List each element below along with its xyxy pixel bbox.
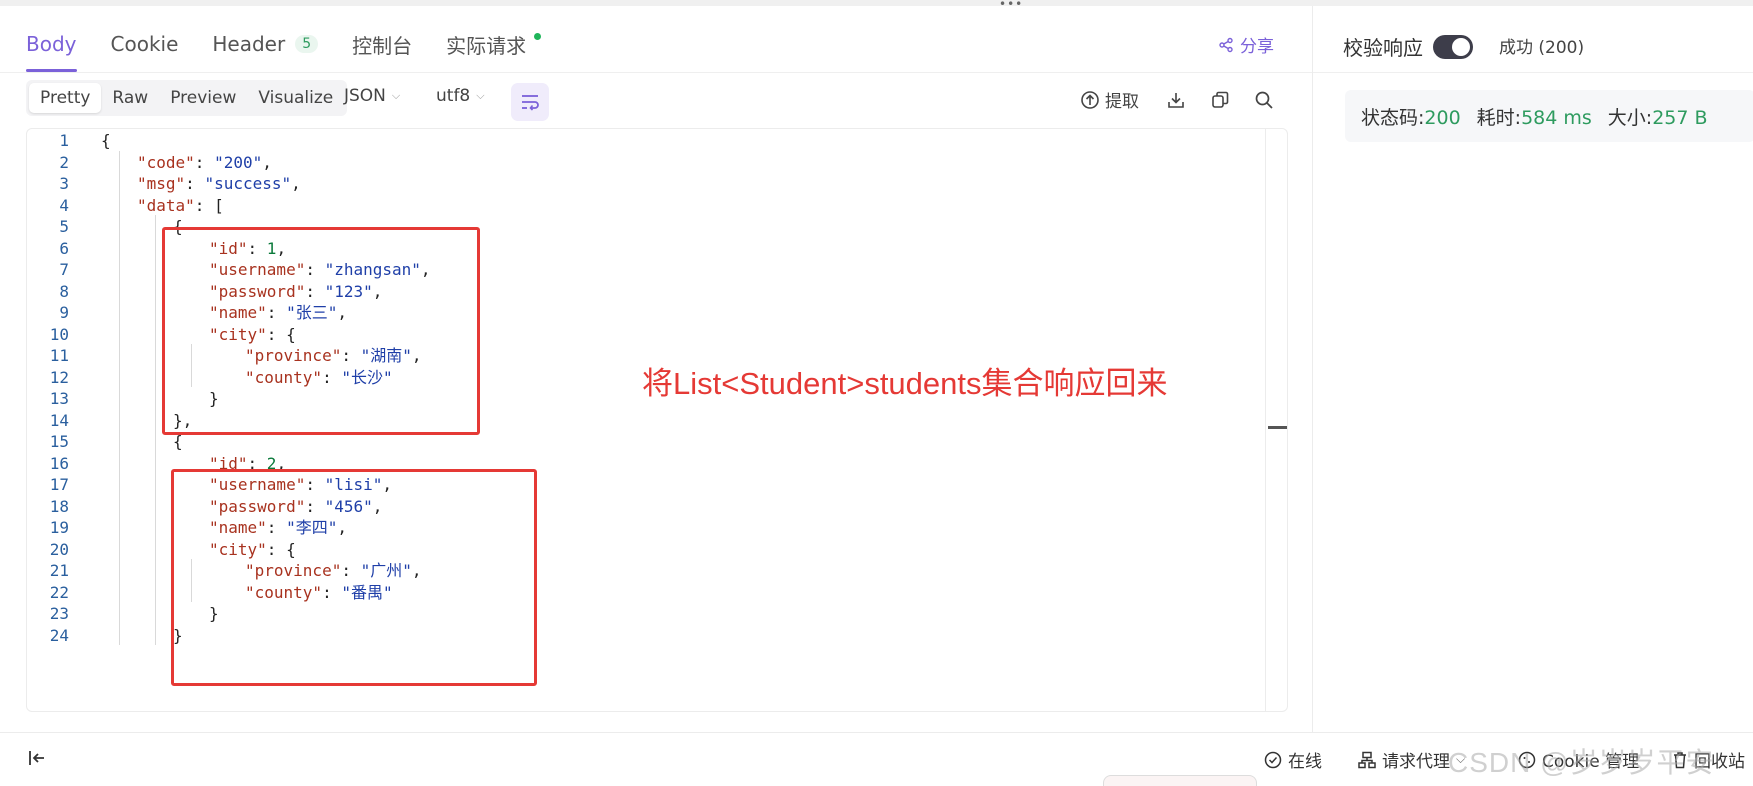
bottom-floating-tab[interactable]	[1103, 775, 1257, 786]
share-icon	[1219, 37, 1233, 52]
line-number: 1	[59, 131, 69, 150]
code-line: {	[101, 131, 111, 150]
search-icon	[1252, 88, 1276, 112]
line-number: 17	[49, 475, 69, 494]
code-line: "code": "200",	[137, 152, 272, 172]
indent-guide	[119, 150, 120, 645]
line-number: 21	[49, 561, 69, 580]
line-number: 24	[49, 625, 69, 645]
tab-console-label: 控制台	[352, 33, 413, 58]
watermark: CSDN @岁岁岁平安	[1448, 747, 1715, 778]
code-line: "msg": "success",	[137, 174, 301, 193]
line-number: 19	[49, 518, 69, 537]
stat-status: 状态码:200	[1361, 106, 1461, 129]
download-icon	[1164, 88, 1188, 112]
check-circle-icon	[1264, 751, 1282, 768]
line-number: 5	[59, 217, 69, 236]
line-number: 10	[49, 324, 69, 344]
view-mode-raw[interactable]: Raw	[101, 83, 159, 113]
view-mode-switch: Pretty Raw Preview Visualize	[26, 80, 348, 116]
tabs-divider	[0, 72, 1312, 73]
download-button[interactable]	[1164, 88, 1188, 112]
chevron-down-icon: ⌵	[391, 89, 401, 102]
line-number: 18	[49, 496, 69, 516]
result-panel: 校验响应 成功 (200) 状态码:200 耗时:584 ms 大小:257 B	[1312, 6, 1753, 732]
extract-label: 提取	[1105, 92, 1139, 112]
line-number: 4	[59, 195, 69, 215]
copy-icon	[1208, 88, 1232, 112]
view-mode-visualize[interactable]: Visualize	[247, 83, 344, 113]
verify-response-toggle[interactable]	[1433, 34, 1473, 59]
search-button[interactable]	[1252, 88, 1276, 112]
tab-cookie[interactable]: Cookie	[111, 16, 179, 72]
encoding-select[interactable]: utf8 ⌵	[436, 86, 485, 106]
tab-body[interactable]: Body	[26, 16, 77, 72]
collapse-sidebar-button[interactable]	[26, 747, 48, 773]
view-mode-pretty[interactable]: Pretty	[29, 83, 102, 113]
line-number: 15	[49, 432, 69, 451]
vertical-scrollbar[interactable]	[1265, 129, 1287, 711]
share-label: 分享	[1240, 37, 1274, 57]
line-number: 16	[49, 453, 69, 473]
annotation-text: 将List<Student>students集合响应回来	[642, 366, 1168, 401]
line-number: 12	[49, 367, 69, 387]
line-number: 23	[49, 604, 69, 623]
stat-size: 大小:257 B	[1607, 106, 1708, 129]
size-value: 257 B	[1652, 106, 1708, 129]
response-tabs: Body Cookie Header 5 控制台 实际请求	[26, 16, 575, 72]
line-number: 14	[49, 410, 69, 430]
line-number: 6	[59, 238, 69, 258]
line-number: 20	[49, 539, 69, 559]
stat-time: 耗时:584 ms	[1476, 106, 1592, 129]
tab-cookie-label: Cookie	[110, 32, 179, 56]
tab-console[interactable]: 控制台	[352, 16, 412, 72]
tab-body-label: Body	[26, 32, 77, 56]
line-number: 9	[59, 303, 69, 322]
status-dot-icon	[534, 32, 542, 40]
network-icon	[1358, 751, 1376, 768]
chevron-down-icon: ⌵	[476, 89, 485, 102]
tab-actual-request[interactable]: 实际请求	[446, 16, 542, 72]
online-label: 在线	[1288, 752, 1322, 772]
encoding-select-value: utf8	[436, 86, 471, 106]
tab-actual-request-label: 实际请求	[446, 33, 527, 58]
scrollbar-thumb[interactable]	[1268, 426, 1287, 429]
status-bar: 在线 请求代理 ⌵ Cookie 管理 回收站 CSDN @岁岁岁平安	[0, 732, 1753, 786]
wrap-lines-icon	[522, 95, 539, 111]
request-proxy-label: 请求代理	[1382, 752, 1450, 772]
response-panel: Body Cookie Header 5 控制台 实际请求 分享 Pretty R…	[0, 6, 1312, 732]
copy-button[interactable]	[1208, 88, 1232, 112]
tab-header[interactable]: Header 5	[212, 16, 319, 72]
line-number-gutter: 1 2 3 4 5 6 7 8 9 10 11 12 13 14 15 16 17 18 19 20 21 22 23 24	[27, 129, 85, 711]
view-mode-preview[interactable]: Preview	[159, 83, 247, 113]
online-status-button[interactable]: 在线	[1264, 747, 1322, 772]
format-select-value: JSON	[344, 86, 386, 106]
time-value: 584 ms	[1521, 106, 1592, 129]
line-number: 3	[59, 174, 69, 193]
annotation-box-second-student	[171, 469, 537, 686]
tab-header-label: Header	[212, 32, 286, 56]
header-count-badge: 5	[295, 35, 319, 53]
annotation-box-first-student	[162, 227, 480, 435]
extract-button[interactable]: 提取	[1080, 87, 1139, 112]
line-number: 7	[59, 260, 69, 279]
verify-response-label: 校验响应	[1343, 36, 1423, 60]
indent-guide	[155, 215, 156, 645]
collapse-left-icon	[29, 751, 44, 765]
line-number: 11	[49, 346, 69, 365]
format-select[interactable]: JSON ⌵	[344, 86, 400, 106]
line-number: 8	[59, 281, 69, 301]
extract-icon	[1081, 90, 1099, 109]
line-number: 22	[49, 582, 69, 602]
share-button[interactable]: 分享	[1218, 32, 1274, 57]
response-stats: 状态码:200 耗时:584 ms 大小:257 B	[1345, 90, 1753, 142]
verify-response: 校验响应	[1343, 32, 1473, 61]
result-status: 成功 (200)	[1499, 38, 1585, 58]
word-wrap-button[interactable]	[511, 83, 549, 121]
code-line: "data": [	[137, 195, 224, 215]
line-number: 13	[49, 389, 69, 408]
line-number: 2	[59, 152, 69, 172]
status-code-value: 200	[1424, 106, 1461, 129]
result-divider	[1313, 72, 1753, 73]
